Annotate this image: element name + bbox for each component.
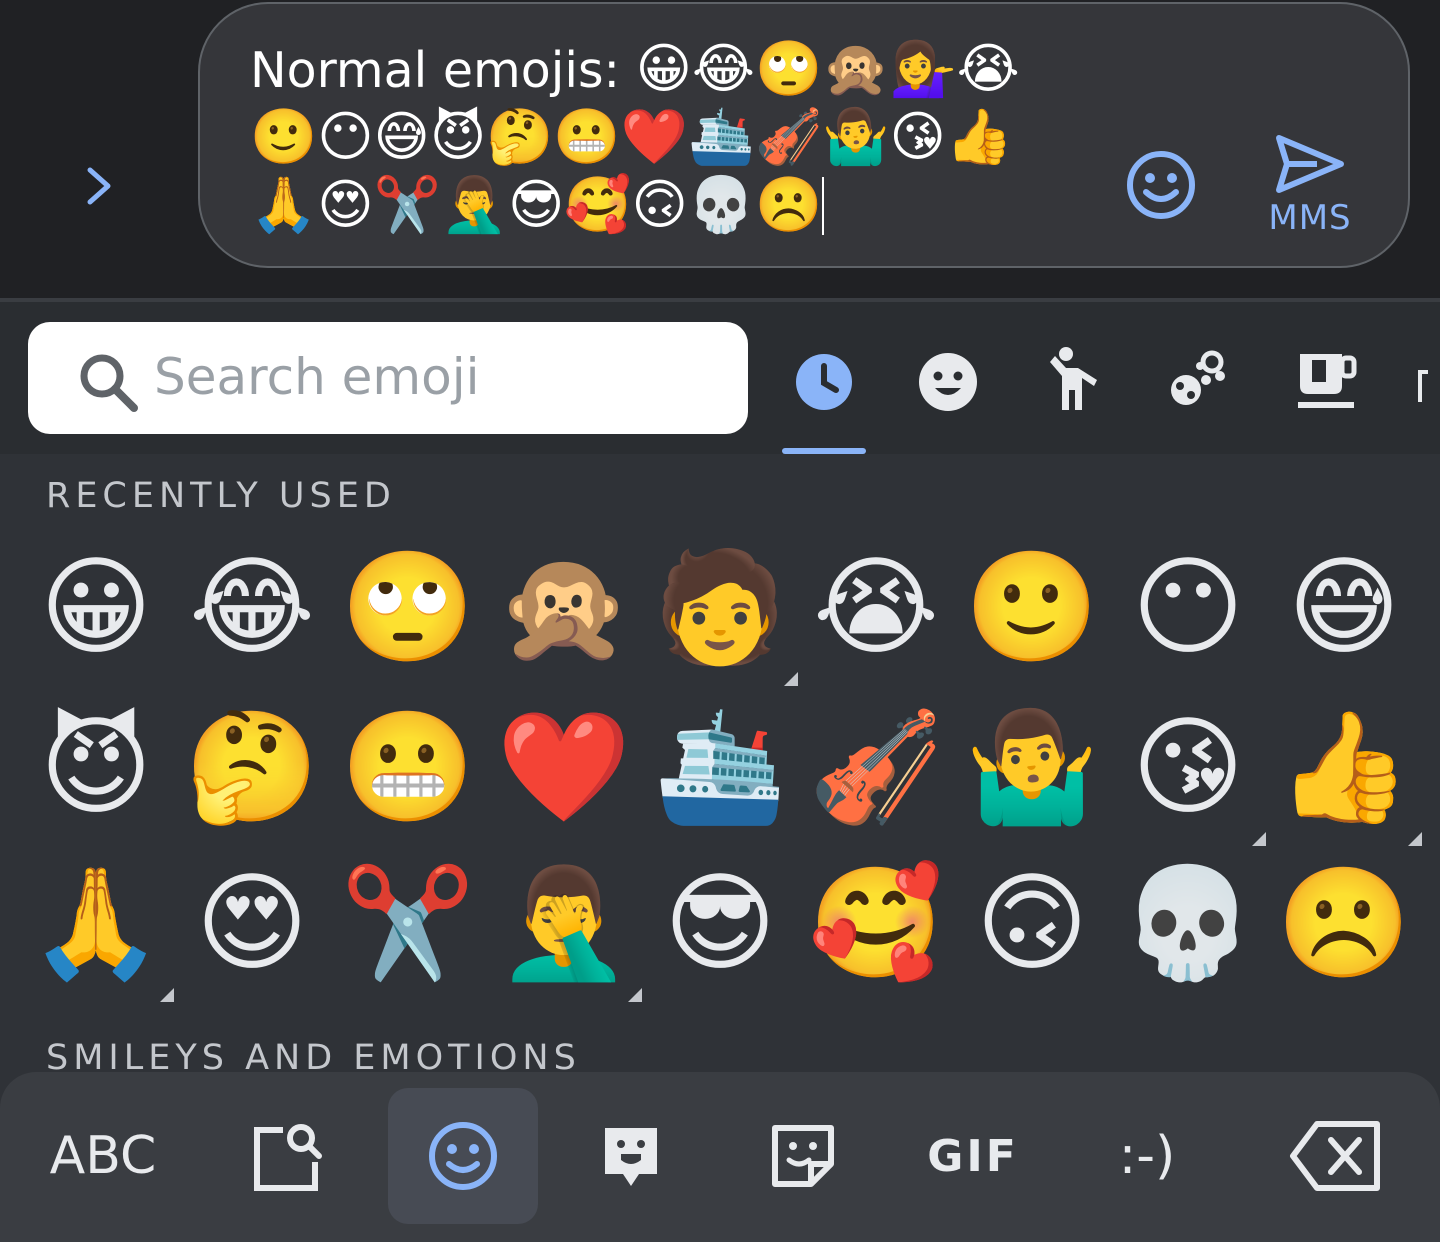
- emoji-key[interactable]: 🤔: [174, 690, 330, 846]
- emoji-key[interactable]: 🛳️: [642, 690, 798, 846]
- tab-smileys[interactable]: [906, 340, 990, 424]
- emoji-key[interactable]: 😭: [798, 530, 954, 686]
- sticker-icon: [772, 1125, 834, 1187]
- emoji-key[interactable]: 😎: [642, 846, 798, 1002]
- emoji-key[interactable]: 🥰: [798, 846, 954, 1002]
- skin-tone-variant-indicator: [1408, 832, 1422, 846]
- text-cursor: [822, 177, 825, 235]
- skin-tone-variant-indicator: [784, 672, 798, 686]
- bitmoji-button[interactable]: [556, 1088, 706, 1224]
- emoji-key[interactable]: 😘: [1110, 690, 1266, 846]
- emoji-key[interactable]: 🤦‍♂️: [486, 846, 642, 1002]
- tab-food[interactable]: [1284, 340, 1368, 424]
- emoji-button[interactable]: [388, 1088, 538, 1224]
- tab-nature[interactable]: [1156, 340, 1240, 424]
- smiley-icon: [919, 353, 977, 411]
- smiley-icon[interactable]: [1124, 148, 1198, 222]
- person-walking-icon: [1050, 347, 1097, 410]
- tab-recent[interactable]: [782, 340, 866, 424]
- emoji-key[interactable]: 🙂: [954, 530, 1110, 686]
- emoji-key[interactable]: 😶: [1110, 530, 1266, 686]
- emoji-key[interactable]: ✂️: [330, 846, 486, 1002]
- bitmoji-icon: [605, 1128, 657, 1186]
- chevron-right-icon[interactable]: [78, 160, 120, 212]
- send-icon: [1276, 135, 1344, 193]
- emoji-key[interactable]: 😬: [330, 690, 486, 846]
- emoji-key[interactable]: 😂: [174, 530, 330, 686]
- emoji-grid: RECENTLY USED 😀 😂 🙄 🙊 🧑 😭 🙂 😶 😅 😈 🤔 😬 ❤️ 🛳️ 🎻 🤷‍♂️ 😘 👍 🙏 😍 ✂…: [0, 454, 1440, 1078]
- backspace-button[interactable]: [1262, 1088, 1412, 1224]
- send-mms-button[interactable]: MMS: [1250, 132, 1370, 242]
- keyboard-bottom-toolbar: ABC GIF:-): [0, 1072, 1440, 1242]
- emoji-key[interactable]: 🙏: [18, 846, 174, 1002]
- compose-area: Normal emojis: 😀😂🙄🙊💁‍♀️😭🙂😶😅😈🤔😬❤️🛳️🎻🤷‍♂️😘…: [0, 0, 1440, 298]
- emoji-search-header: Search emoji: [0, 302, 1440, 454]
- emoji-key[interactable]: 💀: [1110, 846, 1266, 1002]
- abc-button[interactable]: ABC: [28, 1088, 178, 1224]
- emoji-key[interactable]: 🙃: [954, 846, 1110, 1002]
- emoji-key[interactable]: 🙊: [486, 530, 642, 686]
- message-prefix: Normal emojis:: [250, 42, 636, 99]
- smiley-icon: [429, 1122, 497, 1190]
- backspace-icon: [1290, 1121, 1380, 1191]
- emoji-key[interactable]: 🤷‍♂️: [954, 690, 1110, 846]
- emoticon-button[interactable]: :-): [1072, 1088, 1222, 1224]
- gif-button[interactable]: GIF: [898, 1088, 1048, 1224]
- emoji-key[interactable]: 😀: [18, 530, 174, 686]
- coffee-cup-icon: [1298, 354, 1357, 408]
- search-placeholder: Search emoji: [154, 348, 480, 406]
- tab-people-activity[interactable]: [1032, 340, 1116, 424]
- abc-label: ABC: [49, 1126, 157, 1186]
- emoji-key[interactable]: 😍: [174, 846, 330, 1002]
- clock-icon: [796, 354, 852, 410]
- emoji-key[interactable]: ☹️: [1266, 846, 1422, 1002]
- flower-bug-icon: [1171, 350, 1225, 405]
- skin-tone-variant-indicator: [1252, 832, 1266, 846]
- emoji-key[interactable]: 😈: [18, 690, 174, 846]
- emoji-search-icon: [254, 1124, 322, 1191]
- emoji-key[interactable]: 😅: [1266, 530, 1422, 686]
- section-header-recent: RECENTLY USED: [46, 476, 396, 516]
- emoji-search-input[interactable]: Search emoji: [28, 322, 748, 434]
- emoji-search-button[interactable]: [212, 1088, 362, 1224]
- search-icon: [80, 354, 138, 412]
- message-text[interactable]: Normal emojis: 😀😂🙄🙊💁‍♀️😭🙂😶😅😈🤔😬❤️🛳️🎻🤷‍♂️😘…: [250, 36, 1050, 240]
- skin-tone-variant-indicator: [160, 988, 174, 1002]
- skin-tone-variant-indicator: [628, 988, 642, 1002]
- message-input[interactable]: Normal emojis: 😀😂🙄🙊💁‍♀️😭🙂😶😅😈🤔😬❤️🛳️🎻🤷‍♂️😘…: [198, 2, 1410, 268]
- emoji-key[interactable]: 🎻: [798, 690, 954, 846]
- tab-more-partial[interactable]: [1400, 340, 1440, 424]
- gif-label: GIF: [927, 1130, 1019, 1182]
- sticker-button[interactable]: [728, 1088, 878, 1224]
- partial-category-icon: [1418, 370, 1428, 402]
- emoji-key[interactable]: 🙄: [330, 530, 486, 686]
- emoji-key[interactable]: ❤️: [486, 690, 642, 846]
- emoticon-label: :-): [1118, 1126, 1176, 1186]
- send-label: MMS: [1268, 198, 1352, 238]
- emoji-key[interactable]: 👍: [1266, 690, 1422, 846]
- emoji-key[interactable]: 🧑: [642, 530, 798, 686]
